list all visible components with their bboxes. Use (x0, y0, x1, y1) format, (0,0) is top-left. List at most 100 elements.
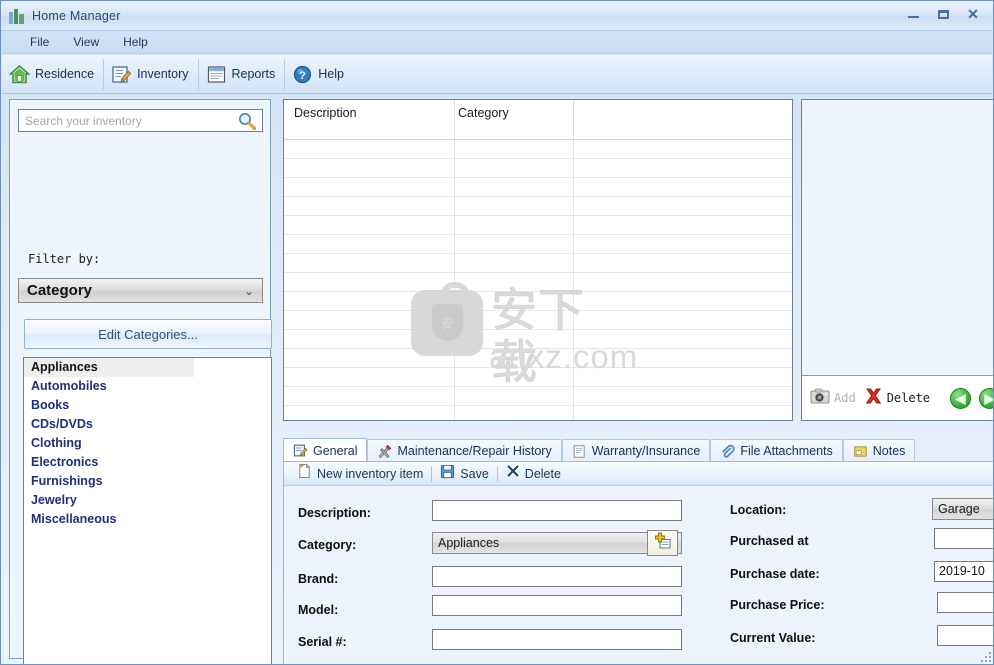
table-row[interactable] (284, 178, 792, 197)
category-item-furnishings[interactable]: Furnishings (24, 472, 271, 491)
table-row[interactable] (284, 216, 792, 235)
photo-add-button[interactable]: Add (810, 388, 856, 409)
notepad-pencil-icon (293, 443, 308, 458)
label-brand: Brand: (298, 572, 339, 586)
save-button[interactable]: Save (432, 464, 497, 484)
current-value-input[interactable] (937, 625, 993, 646)
tab-notes[interactable]: Notes (842, 439, 916, 462)
category-item-clothing[interactable]: Clothing (24, 434, 271, 453)
table-row[interactable] (284, 406, 792, 420)
arrow-left-circle-icon[interactable]: ◀ (950, 387, 972, 409)
camera-icon (810, 388, 830, 409)
purchased-at-input[interactable] (934, 528, 993, 549)
edit-categories-button[interactable]: Edit Categories... (24, 319, 272, 349)
tab-general[interactable]: General (283, 438, 368, 462)
label-model: Model: (298, 603, 339, 617)
grid-column-divider-2[interactable] (573, 100, 574, 139)
model-input[interactable] (432, 595, 682, 616)
toolbar-button-reports[interactable]: Reports (199, 58, 286, 90)
category-item-books[interactable]: Books (24, 396, 271, 415)
save-label: Save (460, 466, 489, 481)
document-icon (572, 444, 587, 459)
new-inventory-item-button[interactable]: New inventory item (289, 463, 431, 484)
description-input[interactable] (432, 500, 682, 521)
toolbar-button-inventory[interactable]: Inventory (104, 58, 199, 90)
label-serial: Serial #: (298, 635, 347, 649)
grid-column-divider-1[interactable] (454, 100, 455, 139)
photo-delete-button[interactable]: Delete (864, 387, 930, 410)
toolbar-label-residence: Residence (35, 67, 95, 81)
tab-label-warranty: Warranty/Insurance (591, 444, 701, 458)
serial-input[interactable] (432, 629, 682, 650)
table-row[interactable] (284, 387, 792, 406)
category-item-automobiles[interactable]: Automobiles (24, 377, 271, 396)
delete-button[interactable]: Delete (498, 464, 569, 483)
grid-header-row: Description Category (284, 100, 792, 140)
svg-text:?: ? (299, 70, 306, 82)
resize-grip[interactable] (979, 650, 991, 662)
photo-panel: Add Delete ◀ ▶ (801, 99, 993, 421)
category-item-appliances[interactable]: Appliances (24, 358, 194, 377)
delete-label: Delete (524, 466, 561, 481)
tab-file-attachments[interactable]: File Attachments (710, 439, 843, 462)
x-mark-icon (506, 464, 520, 483)
tab-label-file-attachments: File Attachments (740, 444, 833, 458)
tab-label-maintenance: Maintenance/Repair History (397, 444, 552, 458)
main-toolbar: Residence Inventory Reports ? Help (2, 55, 992, 94)
note-icon (853, 444, 868, 459)
table-row[interactable] (284, 330, 792, 349)
toolbar-button-residence[interactable]: Residence (2, 58, 105, 90)
add-category-icon (654, 532, 672, 555)
toolbar-button-help[interactable]: ? Help (285, 59, 353, 90)
edit-categories-label: Edit Categories... (98, 326, 198, 342)
report-window-icon (206, 64, 227, 85)
table-row[interactable] (284, 349, 792, 368)
table-row[interactable] (284, 368, 792, 387)
new-inventory-item-label: New inventory item (317, 466, 424, 481)
magnifier-icon[interactable] (236, 111, 258, 131)
sidebar-panel: Filter by: Category ⌄ Edit Categories...… (9, 99, 272, 664)
table-row[interactable] (284, 254, 792, 273)
minimize-button[interactable] (899, 4, 927, 24)
table-row[interactable] (284, 140, 792, 159)
toolbar-label-help: Help (318, 67, 344, 81)
category-item-miscellaneous[interactable]: Miscellaneous (24, 510, 271, 529)
photo-display-area[interactable] (802, 100, 993, 376)
grid-column-category[interactable]: Category (458, 106, 509, 120)
category-list[interactable]: Appliances Automobiles Books CDs/DVDs Cl… (23, 357, 272, 664)
menu-item-help[interactable]: Help (111, 32, 160, 52)
maximize-button[interactable] (929, 4, 957, 24)
tab-warranty-insurance[interactable]: Warranty/Insurance (561, 439, 711, 462)
grid-body[interactable] (284, 140, 792, 420)
menu-item-file[interactable]: File (18, 32, 61, 52)
grid-column-description[interactable]: Description (294, 106, 357, 120)
table-row[interactable] (284, 159, 792, 178)
application-window: Home Manager ✕ File View Help Residence (0, 0, 994, 665)
filter-select[interactable]: Category ⌄ (18, 278, 263, 303)
search-box[interactable] (18, 109, 263, 132)
category-select[interactable]: Appliances ⌄ (432, 532, 682, 554)
table-row[interactable] (284, 235, 792, 254)
table-row[interactable] (284, 292, 792, 311)
label-category: Category: (298, 538, 357, 552)
brand-input[interactable] (432, 566, 682, 587)
category-item-cds-dvds[interactable]: CDs/DVDs (24, 415, 271, 434)
category-item-jewelry[interactable]: Jewelry (24, 491, 271, 510)
window-title: Home Manager (32, 8, 121, 23)
table-row[interactable] (284, 197, 792, 216)
table-row[interactable] (284, 311, 792, 330)
tab-maintenance-repair-history[interactable]: Maintenance/Repair History (367, 439, 562, 462)
search-input[interactable] (19, 112, 236, 129)
purchase-date-input[interactable]: 2019-10 (934, 561, 993, 582)
purchase-price-input[interactable] (937, 592, 993, 613)
house-icon (9, 64, 30, 85)
menu-item-view[interactable]: View (61, 32, 111, 52)
inventory-grid[interactable]: Description Category (283, 99, 793, 421)
table-row[interactable] (284, 273, 792, 292)
location-select[interactable]: Garage (932, 498, 993, 520)
floppy-disk-icon (440, 464, 455, 484)
close-button[interactable]: ✕ (959, 4, 987, 24)
category-item-electronics[interactable]: Electronics (24, 453, 271, 472)
arrow-right-circle-icon[interactable]: ▶ (979, 387, 993, 409)
add-category-button[interactable] (647, 530, 678, 556)
